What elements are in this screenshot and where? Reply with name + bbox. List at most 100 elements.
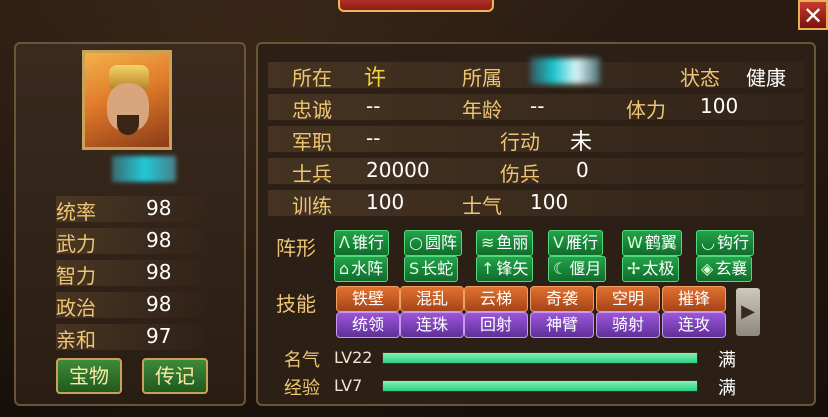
exp-bar: [382, 380, 698, 392]
hero-attr-value: 97: [146, 324, 172, 348]
age-label: 年龄: [462, 98, 502, 122]
skill-tag[interactable]: 混乱: [400, 286, 464, 312]
stamina-value: 100: [700, 94, 739, 118]
formation-icon: S: [409, 259, 420, 278]
close-button[interactable]: ✕: [798, 0, 828, 30]
formation-name: 玄襄: [715, 259, 748, 278]
loyalty-label: 忠诚: [292, 98, 332, 122]
rank-value: --: [366, 126, 381, 150]
morale-label: 士气: [462, 194, 502, 218]
formation-name: 太极: [642, 259, 675, 278]
formation-tag[interactable]: ✢ 太极: [622, 256, 680, 282]
skill-tag[interactable]: 骑射: [596, 312, 660, 338]
skill-tag[interactable]: 云梯: [464, 286, 528, 312]
formation-icon: W: [627, 233, 643, 252]
fame-bar-fill: [383, 353, 697, 363]
skill-tag[interactable]: 奇袭: [530, 286, 594, 312]
exp-max: 满: [718, 378, 736, 399]
dialog-title-tab: [338, 0, 494, 12]
fame-label: 名气: [284, 350, 320, 371]
skill-section-label: 技能: [276, 292, 316, 316]
action-label: 行动: [500, 130, 540, 154]
status-value: 健康: [746, 66, 786, 90]
formation-icon: ᐱ: [339, 233, 350, 252]
training-value: 100: [366, 190, 405, 214]
skill-tag[interactable]: 统领: [336, 312, 400, 338]
training-label: 训练: [292, 194, 332, 218]
exp-bar-fill: [383, 381, 697, 391]
formation-tag[interactable]: ↑ 锋矢: [476, 256, 534, 282]
skill-tag[interactable]: 摧锋: [662, 286, 726, 312]
formation-icon: ◈: [701, 259, 714, 278]
formation-tag[interactable]: S 长蛇: [404, 256, 459, 282]
formation-icon: ○: [409, 233, 423, 252]
formation-tag[interactable]: W 鹤翼: [622, 230, 682, 256]
hero-attr-value: 98: [146, 292, 172, 316]
formation-tag[interactable]: ⌂ 水阵: [334, 256, 389, 282]
formation-name: 雁行: [565, 233, 598, 252]
soldiers-label: 士兵: [292, 162, 332, 186]
treasure-button[interactable]: 宝物: [56, 358, 122, 394]
portrait-beard: [117, 115, 139, 135]
formation-name: 水阵: [351, 259, 384, 278]
hero-attr-label: 智力: [56, 264, 96, 288]
fame-bar: [382, 352, 698, 364]
formation-name: 鹤翼: [644, 233, 677, 252]
skill-tag[interactable]: 连珠: [400, 312, 464, 338]
formation-icon: ⌂: [339, 259, 350, 278]
skill-tag[interactable]: 回射: [464, 312, 528, 338]
hero-attr-value: 98: [146, 228, 172, 252]
skill-tag[interactable]: 连攻: [662, 312, 726, 338]
hero-attr-label: 亲和: [56, 328, 96, 352]
wounded-value: 0: [576, 158, 589, 182]
formation-tag[interactable]: ◈ 玄襄: [696, 256, 753, 282]
hero-attr-label: 政治: [56, 296, 96, 320]
location-value: 许: [364, 66, 387, 91]
skill-tag[interactable]: 神臂: [530, 312, 594, 338]
age-value: --: [530, 94, 545, 118]
rank-label: 军职: [292, 130, 332, 154]
hero-attr-row: 统率 98: [56, 196, 206, 224]
location-label: 所在: [292, 66, 332, 90]
stamina-label: 体力: [626, 98, 666, 122]
skill-tag[interactable]: 铁壁: [336, 286, 400, 312]
formation-section-label: 阵形: [276, 236, 316, 260]
hero-name-obscured: [112, 156, 176, 182]
fame-level: LV22: [334, 348, 373, 367]
hero-attr-row: 武力 98: [56, 228, 206, 256]
hero-attr-label: 统率: [56, 200, 96, 224]
formation-tag[interactable]: ᐱ 锥行: [334, 230, 389, 256]
formation-tag[interactable]: ≋ 鱼丽: [476, 230, 534, 256]
formation-tag[interactable]: ○ 圆阵: [404, 230, 462, 256]
action-value: 未: [570, 130, 593, 155]
hero-attr-row: 亲和 97: [56, 324, 206, 352]
formation-icon: ≋: [481, 233, 495, 252]
faction-name-obscured: [530, 58, 600, 84]
formation-name: 偃月: [569, 259, 602, 278]
formation-name: 鱼丽: [496, 233, 529, 252]
status-label: 状态: [680, 66, 720, 90]
formation-tag[interactable]: ☾ 偃月: [548, 256, 607, 282]
formation-icon: ✢: [627, 259, 641, 278]
soldiers-value: 20000: [366, 158, 430, 182]
hero-attr-row: 政治 98: [56, 292, 206, 320]
formation-tag[interactable]: ◡ 钩行: [696, 230, 754, 256]
hero-attr-row: 智力 98: [56, 260, 206, 288]
exp-level: LV7: [334, 376, 363, 395]
fame-max: 满: [718, 350, 736, 371]
formation-name: 锥行: [351, 233, 384, 252]
loyalty-value: --: [366, 94, 381, 118]
formation-icon: V: [553, 233, 564, 252]
hero-attr-value: 98: [146, 260, 172, 284]
hero-portrait: [82, 50, 172, 150]
skill-tag[interactable]: 空明: [596, 286, 660, 312]
biography-button[interactable]: 传记: [142, 358, 208, 394]
formation-icon: ↑: [481, 259, 495, 278]
hero-attr-value: 98: [146, 196, 172, 220]
wounded-label: 伤兵: [500, 162, 540, 186]
skill-scroll-button[interactable]: ▶: [736, 288, 760, 336]
formation-name: 锋矢: [496, 259, 529, 278]
formation-name: 长蛇: [421, 259, 454, 278]
formation-icon: ☾: [553, 259, 568, 278]
formation-tag[interactable]: V 雁行: [548, 230, 603, 256]
